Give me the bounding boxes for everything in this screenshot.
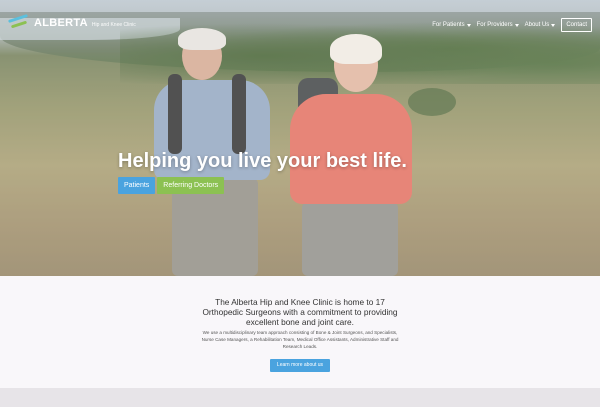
brand-subtitle: Hip and Knee Clinic xyxy=(91,21,136,28)
caret-down-icon xyxy=(551,23,556,27)
nav-item-label: For Providers xyxy=(476,22,513,28)
brand-swoosh-icon xyxy=(8,13,30,31)
nav-item-about-us[interactable]: About Us xyxy=(525,22,556,28)
site-logo[interactable]: ALBERTA Hip and Knee Clinic xyxy=(8,13,136,31)
contact-button[interactable]: Contact xyxy=(561,18,592,32)
referring-doctors-button[interactable]: Referring Doctors xyxy=(157,177,225,194)
brand-name: ALBERTA xyxy=(34,17,88,29)
hero-overlay xyxy=(0,0,600,276)
nav-item-label: About Us xyxy=(524,22,550,28)
hero-headline: Helping you live your best life. xyxy=(118,150,407,172)
intro-section: The Alberta Hip and Knee Clinic is home … xyxy=(0,276,600,388)
patients-button[interactable]: Patients xyxy=(118,177,156,194)
caret-down-icon xyxy=(514,23,519,27)
hero-cta-group: Patients Referring Doctors xyxy=(118,177,225,194)
hero-banner: ALBERTA Hip and Knee Clinic For Patients… xyxy=(0,0,600,276)
next-section-strip xyxy=(0,388,600,407)
nav-item-for-patients[interactable]: For Patients xyxy=(432,22,471,28)
main-menu: For Patients For Providers About Us Cont… xyxy=(432,18,592,32)
intro-title: The Alberta Hip and Knee Clinic is home … xyxy=(202,297,398,327)
nav-item-for-providers[interactable]: For Providers xyxy=(477,22,519,28)
intro-body: We use a multidisciplinary team approach… xyxy=(201,330,399,349)
caret-down-icon xyxy=(466,23,471,27)
learn-more-button[interactable]: Learn more about us xyxy=(270,359,330,372)
nav-item-label: For Patients xyxy=(432,22,465,28)
top-nav: ALBERTA Hip and Knee Clinic For Patients… xyxy=(0,0,600,40)
